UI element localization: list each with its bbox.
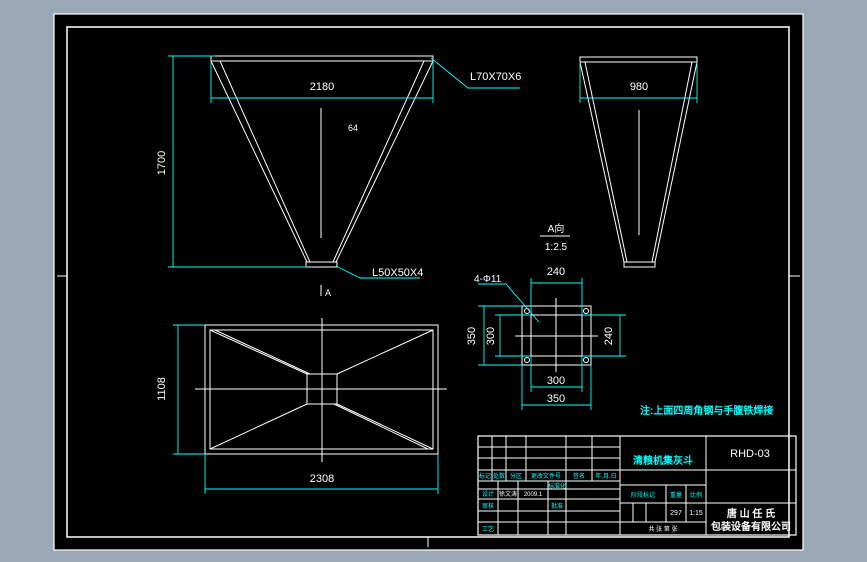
top-angle-label: L70X70X6 bbox=[470, 71, 521, 83]
craft-label: 工艺 bbox=[482, 525, 494, 533]
bottom-angle-label: L50X50X4 bbox=[372, 267, 423, 279]
check-label: 审核 bbox=[482, 502, 494, 510]
company-line-2: 包装设备有限公司 bbox=[711, 520, 791, 533]
detail-bottom-inner-text: 300 bbox=[547, 375, 565, 387]
detail-scale: 1:2.5 bbox=[545, 242, 568, 253]
drawing-number: RHD-03 bbox=[730, 448, 770, 460]
detail-inner-top-text: 240 bbox=[547, 266, 565, 278]
side-top-width-text: 980 bbox=[630, 81, 648, 93]
detail-inner-left-text: 300 bbox=[485, 327, 497, 345]
company-line-1: 唐 山 任 氏 bbox=[727, 507, 775, 520]
standard-label: 标准化 bbox=[548, 482, 566, 490]
approve-label: 批准 bbox=[551, 502, 563, 510]
design-date: 2009.1 bbox=[524, 492, 543, 498]
row-label-mark: 标记 bbox=[479, 472, 491, 480]
holes-label: 4-Φ11 bbox=[474, 274, 502, 285]
plan-width-text: 2308 bbox=[310, 473, 334, 485]
front-height-text: 1700 bbox=[156, 151, 168, 175]
weld-note: 注:上面四周角钢与手腹铁焊接 bbox=[640, 404, 773, 417]
row-label-count: 处数 bbox=[493, 472, 505, 480]
scale-label: 比例 bbox=[690, 491, 702, 499]
plan-depth-text: 1108 bbox=[156, 377, 168, 401]
detail-inner-right-text: 240 bbox=[603, 327, 615, 345]
scale-value: 1:15 bbox=[689, 510, 703, 517]
row-label-sign: 签名 bbox=[573, 472, 585, 480]
view-marker-label: A bbox=[325, 288, 331, 298]
sheet-value: 297 bbox=[670, 510, 682, 517]
center-mark-label: 64 bbox=[348, 123, 358, 133]
row-label-zone: 分区 bbox=[510, 472, 522, 480]
part-name: 清粮机集灰斗 bbox=[633, 454, 693, 467]
detail-outer-left-text: 350 bbox=[466, 327, 478, 345]
row-label-change: 更改文件号 bbox=[531, 472, 561, 480]
designer-name: 徐文涛 bbox=[499, 490, 517, 498]
detail-bottom-outer-text: 350 bbox=[547, 393, 565, 405]
cad-drawing: 2180 1700 L70X70X6 64 L50X50X4 A 980 110… bbox=[53, 13, 804, 551]
sheet-info: 共 张 第 张 bbox=[648, 525, 677, 533]
stage-label: 阶段标记 bbox=[631, 491, 655, 499]
design-label: 设计 bbox=[482, 490, 494, 498]
weight-label: 重量 bbox=[670, 491, 682, 499]
detail-title: A向 bbox=[548, 222, 565, 235]
row-label-date: 年.月.日 bbox=[595, 472, 616, 480]
front-top-width-text: 2180 bbox=[310, 81, 334, 93]
